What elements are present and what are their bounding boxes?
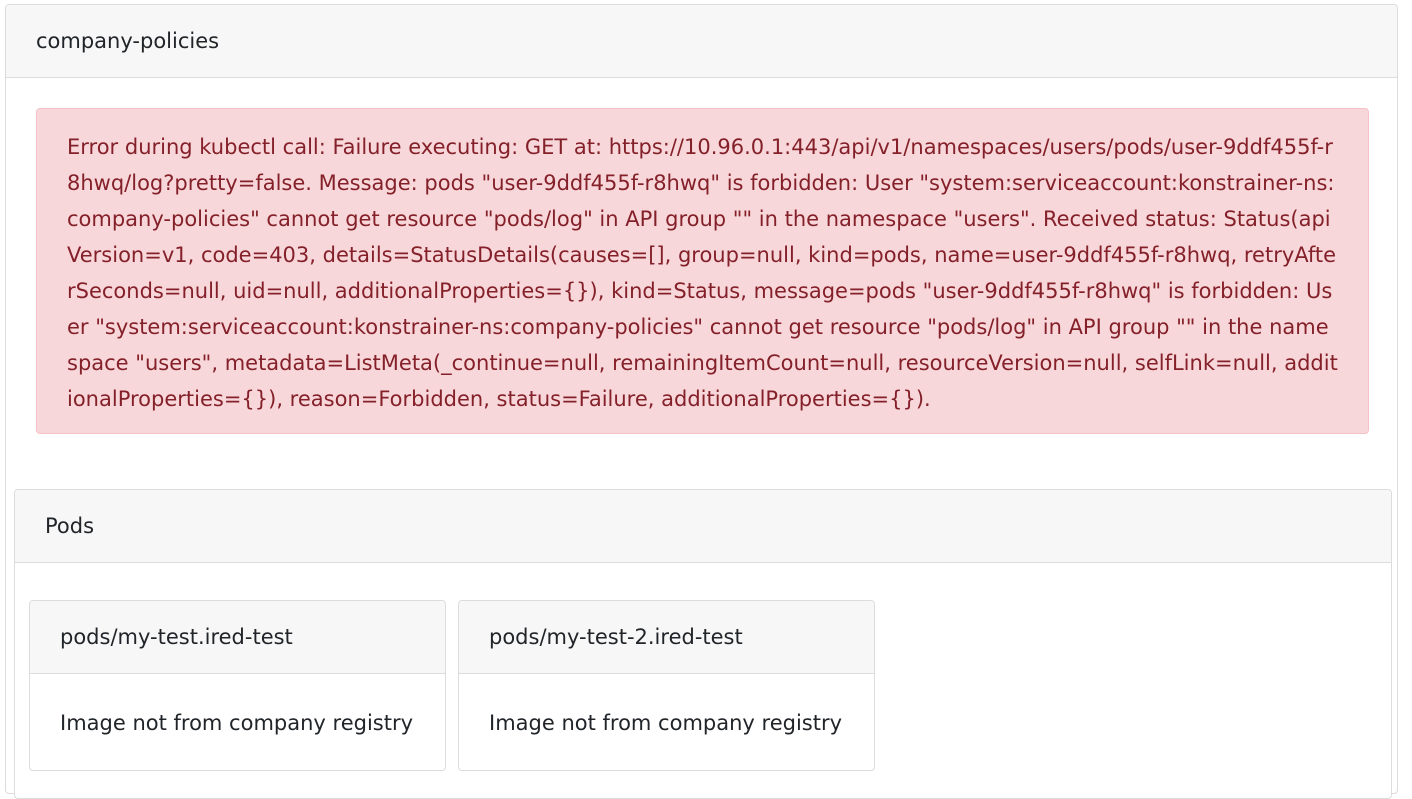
pod-name: pods/my-test-2.ired-test: [459, 601, 874, 674]
pod-card: pods/my-test-2.ired-test Image not from …: [458, 600, 875, 771]
pod-card: pods/my-test.ired-test Image not from co…: [29, 600, 446, 771]
policy-title: company-policies: [6, 5, 1397, 78]
pod-violation-message: Image not from company registry: [489, 710, 843, 735]
policy-card: company-policies Error during kubectl ca…: [5, 4, 1398, 799]
pod-violation-message: Image not from company registry: [60, 710, 414, 735]
pods-title: Pods: [15, 490, 1391, 563]
error-message: Error during kubectl call: Failure execu…: [67, 135, 1338, 411]
pods-card: Pods pods/my-test.ired-test Image not fr…: [14, 489, 1392, 799]
error-alert: Error during kubectl call: Failure execu…: [36, 108, 1369, 434]
pod-name: pods/my-test.ired-test: [30, 601, 445, 674]
